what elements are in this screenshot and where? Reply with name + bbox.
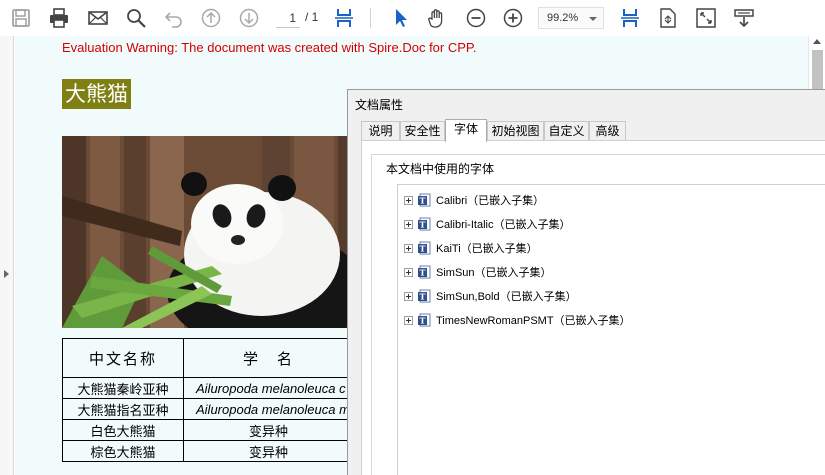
table-row: 棕色大熊猫 变异种: [62, 440, 354, 462]
expand-icon[interactable]: [404, 195, 413, 205]
font-file-icon: T: [417, 193, 431, 207]
table-cell: 白色大熊猫: [62, 419, 184, 441]
font-file-icon: T: [417, 313, 431, 327]
page-number-input[interactable]: [276, 8, 300, 28]
sidebar-toggle[interactable]: [0, 36, 14, 475]
select-cursor-icon[interactable]: [388, 5, 414, 31]
chevron-right-icon: [4, 270, 9, 278]
search-icon[interactable]: [123, 5, 149, 31]
font-file-icon: T: [417, 265, 431, 279]
table-header-cell: 学 名: [183, 338, 354, 378]
document-properties-dialog: 文档属性 说明 安全性 字体 初始视图 自定义 高级 本文档中使用的字体 T C…: [347, 89, 825, 475]
table-row: 白色大熊猫 变异种: [62, 419, 354, 441]
svg-text:T: T: [420, 244, 426, 254]
svg-text:T: T: [420, 220, 426, 230]
pdf-viewer-window: / 1 99.2%: [0, 0, 825, 475]
font-tree-item[interactable]: T TimesNewRomanPSMT（已嵌入子集）: [404, 311, 631, 329]
table-cell: 变异种: [183, 440, 354, 462]
fonts-group: 本文档中使用的字体 T Calibri（已嵌入子集） T Calibri-Ita…: [371, 154, 825, 475]
font-file-icon: T: [417, 217, 431, 231]
font-name: SimSun（已嵌入子集）: [436, 267, 552, 279]
hand-icon[interactable]: [424, 5, 450, 31]
font-tree-item[interactable]: T SimSun（已嵌入子集）: [404, 263, 552, 281]
download-icon[interactable]: [731, 5, 757, 31]
font-name: Calibri（已嵌入子集）: [436, 195, 545, 207]
font-name: TimesNewRomanPSMT（已嵌入子集）: [436, 315, 631, 327]
svg-text:T: T: [420, 292, 426, 302]
tab-security[interactable]: 安全性: [400, 121, 445, 141]
page-up-icon[interactable]: [198, 5, 224, 31]
zoom-value: 99.2%: [547, 12, 579, 24]
page-total: / 1: [305, 10, 319, 24]
table-header-cell: 中文名称: [62, 338, 184, 378]
fit-width-icon[interactable]: [331, 5, 357, 31]
save-icon[interactable]: [8, 5, 34, 31]
expand-icon[interactable]: [404, 243, 413, 253]
dialog-title: 文档属性: [355, 98, 404, 112]
page-down-icon[interactable]: [236, 5, 262, 31]
undo-icon[interactable]: [161, 5, 187, 31]
expand-icon[interactable]: [404, 291, 413, 301]
evaluation-warning: Evaluation Warning: The document was cre…: [62, 40, 477, 55]
zoom-dropdown[interactable]: 99.2%: [538, 7, 604, 29]
font-name: KaiTi（已嵌入子集）: [436, 243, 538, 255]
panda-photo: [62, 136, 362, 328]
tab-advanced[interactable]: 高级: [589, 121, 626, 141]
font-name: SimSun,Bold（已嵌入子集）: [436, 291, 577, 303]
print-icon[interactable]: [46, 5, 72, 31]
expand-icon[interactable]: [404, 219, 413, 229]
expand-icon[interactable]: [404, 315, 413, 325]
font-file-icon: T: [417, 241, 431, 255]
font-tree-item[interactable]: T KaiTi（已嵌入子集）: [404, 239, 538, 257]
toolbar: / 1 99.2%: [0, 0, 825, 36]
font-tree-item[interactable]: T Calibri-Italic（已嵌入子集）: [404, 215, 570, 233]
font-tree[interactable]: T Calibri（已嵌入子集） T Calibri-Italic（已嵌入子集）…: [397, 184, 825, 475]
fit-page-icon[interactable]: [617, 5, 643, 31]
tab-description[interactable]: 说明: [361, 121, 400, 141]
table-cell: Ailuropoda melanoleuca c: [183, 377, 354, 399]
font-tree-item[interactable]: T SimSun,Bold（已嵌入子集）: [404, 287, 577, 305]
table-row: 大熊猫秦岭亚种 Ailuropoda melanoleuca c: [62, 377, 354, 399]
tab-fonts[interactable]: 字体: [445, 119, 487, 142]
tab-initial-view[interactable]: 初始视图: [487, 121, 544, 141]
fullscreen-icon[interactable]: [693, 5, 719, 31]
page-properties-icon[interactable]: [655, 5, 681, 31]
panda-table: 中文名称 学 名 大熊猫秦岭亚种 Ailuropoda melanoleuca …: [62, 338, 354, 462]
chevron-down-icon: [589, 17, 597, 21]
font-file-icon: T: [417, 289, 431, 303]
scrollbar-thumb[interactable]: [812, 50, 823, 92]
zoom-in-icon[interactable]: [500, 5, 526, 31]
page-title: 大熊猫: [62, 79, 131, 109]
table-cell: 棕色大熊猫: [62, 440, 184, 462]
table-cell: 大熊猫秦岭亚种: [62, 377, 184, 399]
svg-text:T: T: [420, 196, 426, 206]
expand-icon[interactable]: [404, 267, 413, 277]
scroll-up-icon[interactable]: [813, 39, 821, 44]
svg-text:T: T: [420, 268, 426, 278]
fonts-tab-panel: 本文档中使用的字体 T Calibri（已嵌入子集） T Calibri-Ita…: [361, 140, 825, 475]
fonts-group-label: 本文档中使用的字体: [384, 160, 497, 177]
table-cell: Ailuropoda melanoleuca m: [183, 398, 354, 420]
toolbar-separator: [370, 8, 371, 28]
table-cell: 大熊猫指名亚种: [62, 398, 184, 420]
table-header-row: 中文名称 学 名: [62, 338, 354, 378]
svg-text:T: T: [420, 316, 426, 326]
tab-custom[interactable]: 自定义: [544, 121, 589, 141]
email-icon[interactable]: [85, 5, 111, 31]
font-tree-item[interactable]: T Calibri（已嵌入子集）: [404, 191, 544, 209]
table-cell: 变异种: [183, 419, 354, 441]
zoom-out-icon[interactable]: [463, 5, 489, 31]
table-row: 大熊猫指名亚种 Ailuropoda melanoleuca m: [62, 398, 354, 420]
font-name: Calibri-Italic（已嵌入子集）: [436, 219, 571, 231]
